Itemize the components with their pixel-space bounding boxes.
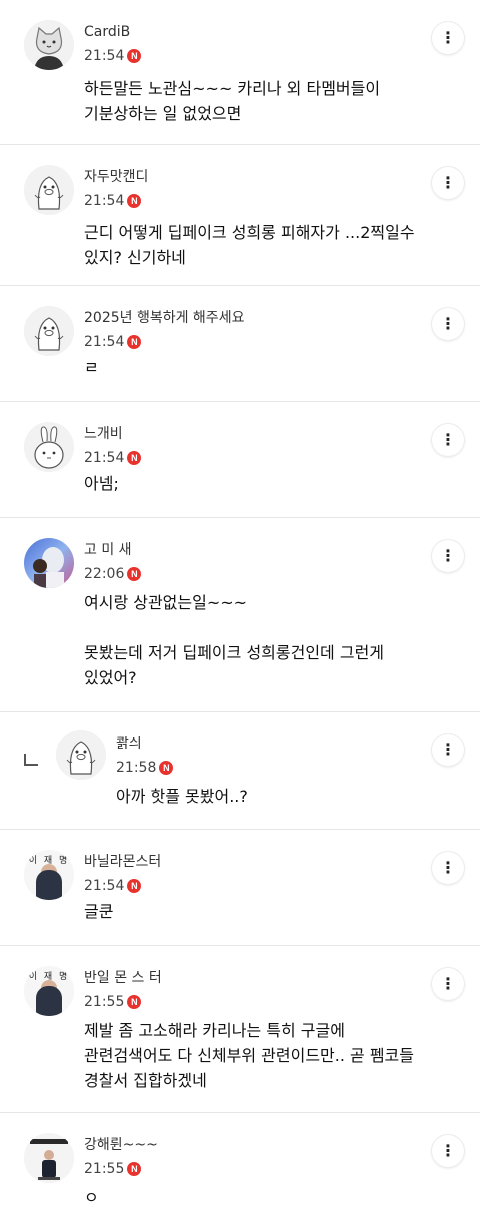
more-options-button[interactable]: ⋮ — [432, 424, 464, 456]
comment-time: 21:55 — [84, 994, 125, 1010]
comment-nickname[interactable]: 고 미 새 — [84, 540, 141, 560]
avatar[interactable] — [24, 20, 74, 70]
comment-item: 자두맛캔디 21:54 N 근디 어떻게 딥페이크 성희롱 피해자가 ...2찍일… — [0, 145, 480, 286]
comment-item: 이 재 명 반일 몬 스 터 21:55 N 제발 좀 고소해라 카리나는 특히 … — [0, 946, 480, 1113]
comment-time: 21:55 — [84, 1161, 125, 1177]
more-options-button[interactable]: ⋮ — [432, 308, 464, 340]
new-badge: N — [127, 995, 142, 1009]
avatar[interactable]: 이 재 명 — [24, 850, 74, 900]
new-badge: N — [127, 567, 142, 581]
pig-avatar-icon — [24, 165, 74, 215]
avatar[interactable] — [56, 730, 106, 780]
avatar[interactable]: 이 재 명 — [24, 966, 74, 1016]
comment-nickname[interactable]: 바닐라몬스터 — [84, 852, 161, 872]
reply-comment-item: 콹싀 21:58 N 아까 핫플 못봤어..? ⋮ — [0, 712, 480, 830]
comment-text: 하든말든 노관심~~~ 카리나 외 타멤버들이 기분상하는 일 없었으면 — [84, 79, 381, 123]
avatar[interactable] — [24, 422, 74, 472]
more-options-button[interactable]: ⋮ — [432, 1135, 464, 1167]
more-options-button[interactable]: ⋮ — [432, 852, 464, 884]
comment-item: 이 재 명 바닐라몬스터 21:54 N 글쿤 ⋮ — [0, 830, 480, 946]
comment-text: 아까 핫플 못봤어..? — [116, 787, 248, 806]
comment-time: 21:54 — [84, 334, 125, 350]
more-icon: ⋮ — [440, 740, 456, 759]
comment-item: 고 미 새 22:06 N 여시랑 상관없는일~~~ 못봤는데 저거 딥페이크 성… — [0, 518, 480, 712]
comment-time: 21:54 — [84, 878, 125, 894]
more-icon: ⋮ — [440, 173, 456, 192]
more-icon: ⋮ — [440, 314, 456, 333]
more-options-button[interactable]: ⋮ — [432, 968, 464, 1000]
new-badge: N — [127, 451, 142, 465]
comment-text: ㄹ — [84, 358, 99, 377]
avatar[interactable] — [24, 1133, 74, 1183]
comment-nickname[interactable]: 반일 몬 스 터 — [84, 968, 162, 988]
comment-text: 아넴; — [84, 474, 119, 493]
more-icon: ⋮ — [440, 546, 456, 565]
more-icon: ⋮ — [440, 1141, 456, 1160]
new-badge: N — [127, 194, 142, 208]
new-badge: N — [127, 335, 142, 349]
namecard-avatar-icon: 이 재 명 — [24, 850, 74, 900]
more-options-button[interactable]: ⋮ — [432, 734, 464, 766]
new-badge: N — [127, 1162, 142, 1176]
more-icon: ⋮ — [440, 28, 456, 47]
new-badge: N — [159, 761, 174, 775]
comment-item: CardiB 21:54 N 하든말든 노관심~~~ 카리나 외 타멤버들이 기분… — [0, 0, 480, 145]
new-badge: N — [127, 879, 142, 893]
avatar[interactable] — [24, 165, 74, 215]
pig-avatar-icon — [24, 306, 74, 356]
avatar[interactable] — [24, 538, 74, 588]
more-icon: ⋮ — [440, 858, 456, 877]
comment-nickname[interactable]: 강해륀~~~ — [84, 1135, 158, 1155]
comment-text: ㅇ — [84, 1188, 99, 1207]
more-options-button[interactable]: ⋮ — [432, 167, 464, 199]
comment-text: 근디 어떻게 딥페이크 성희롱 피해자가 ...2찍일수 있지? 신기하네 — [84, 223, 415, 267]
comment-nickname[interactable]: 2025년 행복하게 해주세요 — [84, 308, 244, 328]
reply-arrow-icon — [24, 754, 38, 766]
comment-nickname[interactable]: 자두맛캔디 — [84, 167, 148, 187]
comment-nickname[interactable]: CardiB — [84, 22, 141, 42]
comment-nickname[interactable]: 콹싀 — [116, 734, 173, 754]
more-icon: ⋮ — [440, 430, 456, 449]
new-badge: N — [127, 49, 142, 63]
comment-time: 22:06 — [84, 566, 125, 582]
comment-time: 21:54 — [84, 450, 125, 466]
cat-avatar-icon — [24, 20, 74, 70]
avatar[interactable] — [24, 306, 74, 356]
pig-avatar-icon — [56, 730, 106, 780]
more-options-button[interactable]: ⋮ — [432, 22, 464, 54]
comment-item: 2025년 행복하게 해주세요 21:54 N ㄹ ⋮ — [0, 286, 480, 402]
comment-item: 강해륀~~~ 21:55 N ㅇ ⋮ — [0, 1113, 480, 1218]
rabbit-avatar-icon — [24, 422, 74, 472]
more-icon: ⋮ — [440, 974, 456, 993]
comment-time: 21:58 — [116, 760, 157, 776]
comment-item: 느개비 21:54 N 아넴; ⋮ — [0, 402, 480, 518]
poster-avatar-icon — [24, 1133, 74, 1183]
photo-avatar-icon — [24, 538, 74, 588]
comment-text: 제발 좀 고소해라 카리나는 특히 구글에 관련검색어도 다 신체부위 관련이드… — [84, 1021, 415, 1090]
namecard-avatar-icon: 이 재 명 — [24, 966, 74, 1016]
comment-text: 글쿤 — [84, 902, 114, 921]
comment-time: 21:54 — [84, 48, 125, 64]
comment-text: 여시랑 상관없는일~~~ 못봤는데 저거 딥페이크 성희롱건인데 그런게 있었어… — [84, 593, 385, 687]
comment-nickname[interactable]: 느개비 — [84, 424, 141, 444]
more-options-button[interactable]: ⋮ — [432, 540, 464, 572]
comment-time: 21:54 — [84, 193, 125, 209]
